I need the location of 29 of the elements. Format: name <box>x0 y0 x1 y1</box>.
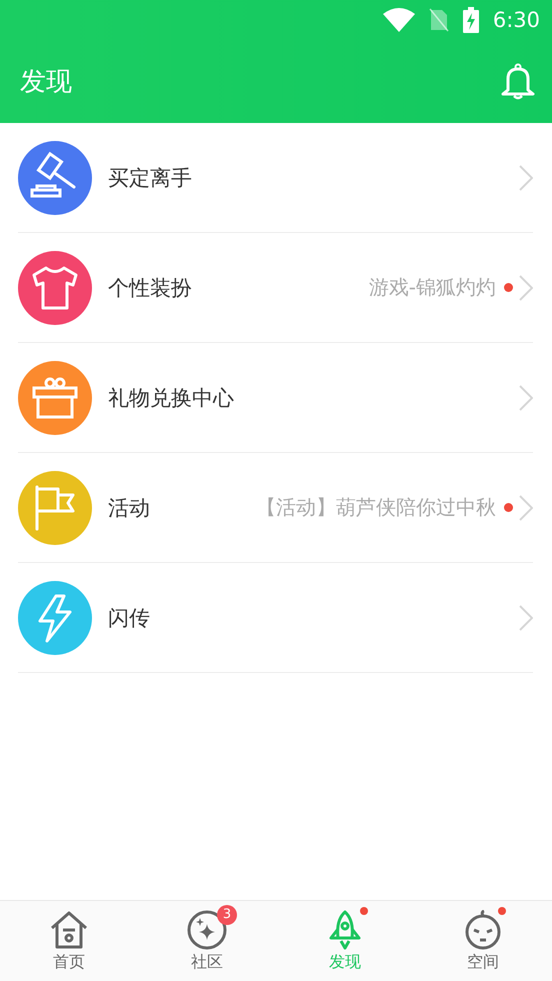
item-title: 买定离手 <box>108 164 192 192</box>
nav-tab[interactable]: 3 社区 <box>138 901 276 981</box>
menu-item[interactable]: 买定离手 <box>18 123 533 233</box>
menu-item[interactable]: 闪传 <box>18 563 533 673</box>
chevron-right-icon <box>519 164 533 190</box>
count-badge: 3 <box>217 904 237 924</box>
menu-item[interactable]: 礼物兑换中心 <box>18 343 533 453</box>
bell-icon[interactable] <box>500 62 536 100</box>
face-icon <box>463 910 503 950</box>
item-subtitle: 【活动】葫芦侠陪你过中秋 <box>256 494 496 521</box>
item-subtitle: 游戏-锦狐灼灼 <box>368 274 496 301</box>
item-title: 个性装扮 <box>108 274 192 302</box>
nav-tab[interactable]: 空间 <box>414 901 552 981</box>
status-time: 6:30 <box>492 8 540 32</box>
chevron-right-icon <box>519 274 533 300</box>
chevron-right-icon <box>519 494 533 520</box>
menu-item[interactable]: 个性装扮 游戏-锦狐灼灼 <box>18 233 533 343</box>
house-icon <box>49 910 89 950</box>
item-title: 礼物兑换中心 <box>108 384 234 412</box>
chevron-right-icon <box>519 384 533 410</box>
battery-icon <box>462 7 479 33</box>
menu-item[interactable]: 活动 【活动】葫芦侠陪你过中秋 <box>18 453 533 563</box>
wifi-icon <box>382 8 415 32</box>
no-sim-icon <box>428 8 449 32</box>
chevron-right-icon <box>519 604 533 630</box>
nav-tab[interactable]: 首页 <box>0 901 138 981</box>
item-title: 活动 <box>108 494 150 522</box>
item-title: 闪传 <box>108 604 150 632</box>
page-title: 发现 <box>20 66 72 99</box>
